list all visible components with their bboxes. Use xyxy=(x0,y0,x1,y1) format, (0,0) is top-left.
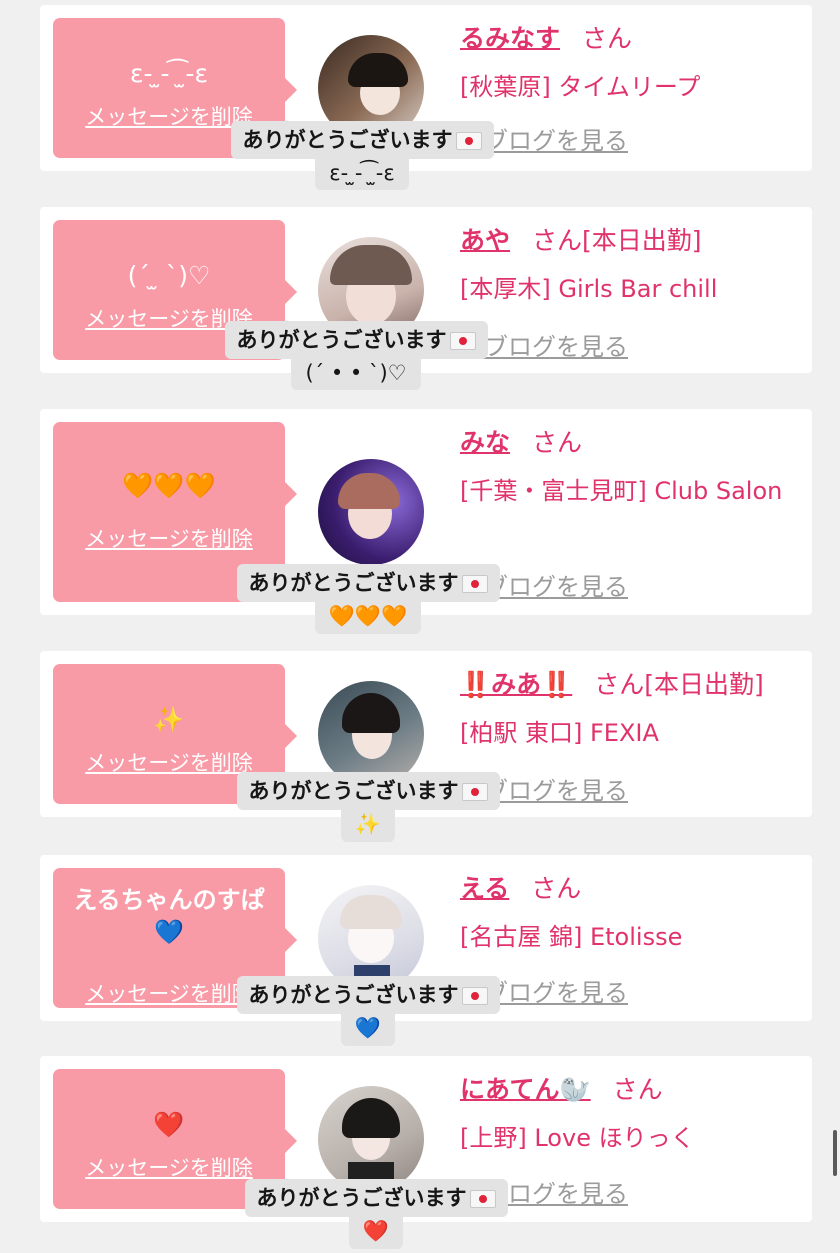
honorific: さん xyxy=(594,670,645,699)
scrollbar[interactable] xyxy=(833,1130,837,1176)
shop-name: [千葉・富士見町] Club Salon xyxy=(460,477,783,505)
message-text: えるちゃんのすぱ 💙 xyxy=(53,884,285,948)
reaction-emoji: 💙 xyxy=(340,1014,396,1046)
shop-name: [柏駅 東口] FEXIA xyxy=(460,719,659,747)
shop-name: [本厚木] Girls Bar chill xyxy=(460,275,718,303)
reaction-emoji: ❤️ xyxy=(348,1217,404,1249)
status-label: [本日出勤] xyxy=(644,670,764,699)
love-letter-icon xyxy=(449,332,476,350)
reaction-emoji: 🧡🧡🧡 xyxy=(314,602,422,634)
reaction-tooltip: ありがとうございます ε- ̫- ͡ ̫-ε xyxy=(212,121,512,190)
reaction-thanks: ありがとうございます xyxy=(224,321,488,359)
honorific: さん xyxy=(582,24,633,53)
thanks-text: ありがとうございます xyxy=(242,128,453,152)
cast-name-link[interactable]: みな xyxy=(460,428,510,457)
reaction-thanks: ありがとうございます xyxy=(244,1179,508,1217)
message-text: ✨ xyxy=(153,705,185,734)
message-text: (ˊ ̫ ˋ)♡ xyxy=(127,261,211,290)
reaction-thanks: ありがとうございます xyxy=(236,772,500,810)
reaction-emoji: ✨ xyxy=(340,810,396,842)
name-row: みな さん xyxy=(460,423,582,459)
honorific: さん xyxy=(612,1075,663,1104)
cast-name-link[interactable]: るみなす xyxy=(460,24,560,53)
love-letter-icon xyxy=(469,1190,496,1208)
thanks-text: ありがとうございます xyxy=(248,779,459,803)
cast-name-link[interactable]: あや xyxy=(460,226,510,255)
reaction-thanks: ありがとうございます xyxy=(230,121,494,159)
thanks-text: ありがとうございます xyxy=(248,571,459,595)
reaction-thanks: ありがとうございます xyxy=(236,976,500,1014)
name-row: ‼️みあ‼️ さん[本日出勤] xyxy=(460,665,764,701)
delete-message-link[interactable]: メッセージを削除 xyxy=(53,1152,285,1182)
reaction-tooltip: ありがとうございます (ˊ • • ˋ)♡ xyxy=(206,321,506,390)
love-letter-icon xyxy=(461,987,488,1005)
cast-name-link[interactable]: ‼️みあ‼️ xyxy=(460,670,572,699)
delete-message-link[interactable]: メッセージを削除 xyxy=(53,523,285,553)
message-line-1: えるちゃんのすぱ xyxy=(73,886,265,914)
love-letter-icon xyxy=(461,783,488,801)
favorite-card: ε- ̫- ͡ ̫-ε メッセージを削除 るみなす さん [秋葉原] タイムリープ… xyxy=(40,5,812,190)
name-row: あや さん[本日出勤] xyxy=(460,221,702,257)
favorite-card: えるちゃんのすぱ 💙 メッセージを削除 える さん [名古屋 錦] Etoliss… xyxy=(40,855,812,1046)
shop-name: [上野] Love ほりっく xyxy=(460,1124,695,1152)
honorific: さん xyxy=(532,226,583,255)
thanks-text: ありがとうございます xyxy=(248,983,459,1007)
message-text: ε- ̫- ͡ ̫-ε xyxy=(130,59,208,88)
cast-name-link[interactable]: にあてん🦭 xyxy=(460,1075,591,1104)
status-label: [本日出勤] xyxy=(582,226,702,255)
reaction-thanks: ありがとうございます xyxy=(236,564,500,602)
love-letter-icon xyxy=(455,132,482,150)
name-row: える さん xyxy=(460,869,581,905)
cast-name-link[interactable]: える xyxy=(460,874,509,903)
reaction-tooltip: ありがとうございます ✨ xyxy=(218,772,518,842)
reaction-tooltip: ありがとうございます ❤️ xyxy=(226,1179,526,1249)
message-text: 🧡🧡🧡 xyxy=(122,471,216,500)
name-row: るみなす さん xyxy=(460,19,632,55)
love-letter-icon xyxy=(461,575,488,593)
reaction-tooltip: ありがとうございます 💙 xyxy=(218,976,518,1046)
reaction-tooltip: ありがとうございます 🧡🧡🧡 xyxy=(218,564,518,634)
favorite-card: ✨ メッセージを削除 ‼️みあ‼️ さん[本日出勤] [柏駅 東口] FEXIA … xyxy=(40,651,812,842)
shop-name: [秋葉原] タイムリープ xyxy=(460,73,701,101)
thanks-text: ありがとうございます xyxy=(236,328,447,352)
reaction-emoji: (ˊ • • ˋ)♡ xyxy=(291,359,421,390)
shop-name: [名古屋 錦] Etolisse xyxy=(460,923,683,951)
honorific: さん xyxy=(532,428,583,457)
favorite-card: ❤️ メッセージを削除 にあてん🦭 さん [上野] Love ほりっく のブログを… xyxy=(40,1056,812,1249)
honorific: さん xyxy=(531,874,582,903)
message-line-2: 💙 xyxy=(154,918,184,946)
reaction-emoji: ε- ̫- ͡ ̫-ε xyxy=(315,159,409,190)
avatar[interactable] xyxy=(318,1086,424,1192)
avatar[interactable] xyxy=(318,459,424,565)
favorite-card: (ˊ ̫ ˋ)♡ メッセージを削除 あや さん[本日出勤] [本厚木] Girls… xyxy=(40,207,812,390)
message-text: ❤️ xyxy=(153,1110,185,1139)
thanks-text: ありがとうございます xyxy=(256,1186,467,1210)
name-row: にあてん🦭 さん xyxy=(460,1070,663,1106)
favorite-card: 🧡🧡🧡 メッセージを削除 みな さん [千葉・富士見町] Club Salon の… xyxy=(40,409,812,634)
